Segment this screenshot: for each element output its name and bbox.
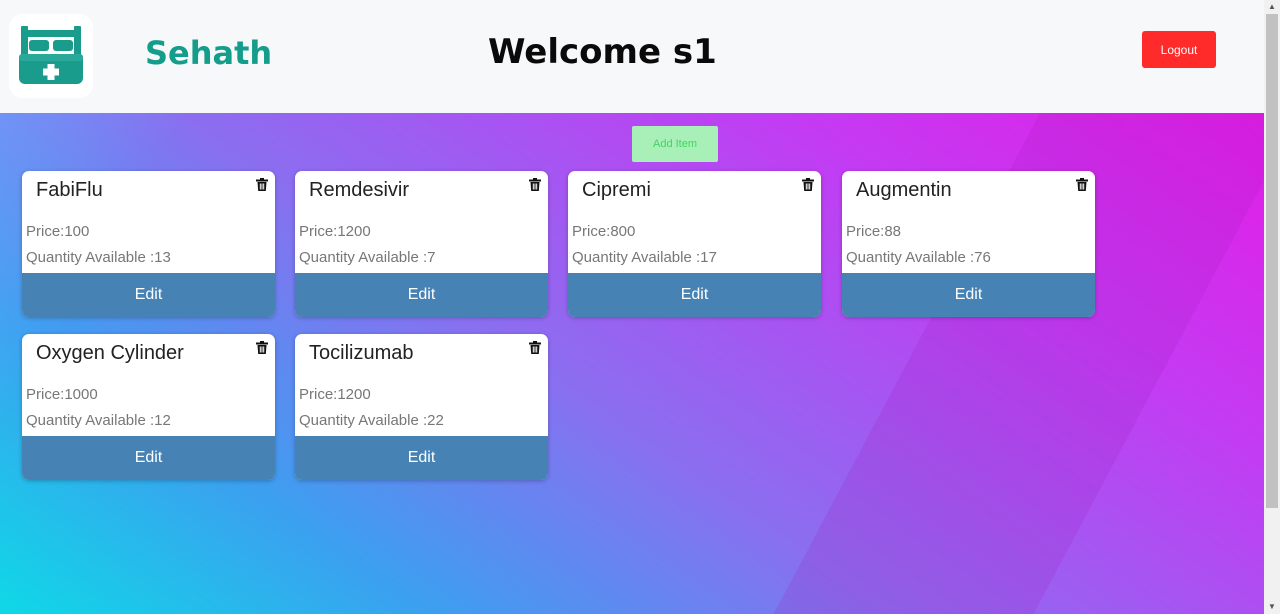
item-card: Remdesivir Price:1200 Quantity Available…	[295, 171, 548, 317]
item-quantity: Quantity Available :13	[26, 249, 171, 266]
item-quantity: Quantity Available :22	[299, 412, 444, 429]
item-card: Augmentin Price:88 Quantity Available :7…	[842, 171, 1095, 317]
item-quantity: Quantity Available :12	[26, 412, 171, 429]
item-price: Price:100	[26, 223, 90, 240]
item-price: Price:1000	[26, 386, 98, 403]
trash-icon[interactable]	[529, 341, 541, 354]
trash-icon[interactable]	[256, 341, 268, 354]
trash-icon[interactable]	[256, 178, 268, 191]
item-card: Cipremi Price:800 Quantity Available :17…	[568, 171, 821, 317]
item-card: Tocilizumab Price:1200 Quantity Availabl…	[295, 334, 548, 480]
item-price: Price:88	[846, 223, 902, 240]
scroll-up-arrow-icon[interactable]: ▲	[1264, 0, 1280, 14]
medical-bed-icon	[19, 26, 83, 84]
logout-button[interactable]: Logout	[1142, 31, 1216, 68]
edit-button[interactable]: Edit	[295, 436, 548, 480]
item-quantity: Quantity Available :76	[846, 249, 991, 266]
item-name: Cipremi	[582, 179, 651, 201]
item-card: Oxygen Cylinder Price:1000 Quantity Avai…	[22, 334, 275, 480]
edit-button[interactable]: Edit	[842, 273, 1095, 317]
trash-icon[interactable]	[529, 178, 541, 191]
scrollbar-thumb[interactable]	[1266, 14, 1278, 508]
item-quantity: Quantity Available :17	[572, 249, 717, 266]
trash-icon[interactable]	[802, 178, 814, 191]
inventory-area: Add Item FabiFlu Price:100 Quantity Avai…	[0, 113, 1264, 614]
item-card: FabiFlu Price:100 Quantity Available :13…	[22, 171, 275, 317]
item-price: Price:1200	[299, 386, 371, 403]
edit-button[interactable]: Edit	[22, 436, 275, 480]
item-name: Tocilizumab	[309, 342, 414, 364]
item-name: Augmentin	[856, 179, 952, 201]
brand-title: Sehath	[145, 34, 273, 72]
item-price: Price:1200	[299, 223, 371, 240]
item-name: Oxygen Cylinder	[36, 342, 184, 364]
logo	[9, 14, 93, 98]
top-header: Sehath Welcome s1 Logout	[0, 0, 1264, 113]
scroll-down-arrow-icon[interactable]: ▼	[1264, 600, 1280, 614]
welcome-heading: Welcome s1	[488, 32, 717, 72]
add-item-button[interactable]: Add Item	[632, 126, 718, 162]
edit-button[interactable]: Edit	[22, 273, 275, 317]
vertical-scrollbar[interactable]: ▲ ▼	[1264, 0, 1280, 614]
item-name: FabiFlu	[36, 179, 103, 201]
edit-button[interactable]: Edit	[295, 273, 548, 317]
item-name: Remdesivir	[309, 179, 410, 201]
item-price: Price:800	[572, 223, 636, 240]
item-quantity: Quantity Available :7	[299, 249, 436, 266]
trash-icon[interactable]	[1076, 178, 1088, 191]
edit-button[interactable]: Edit	[568, 273, 821, 317]
